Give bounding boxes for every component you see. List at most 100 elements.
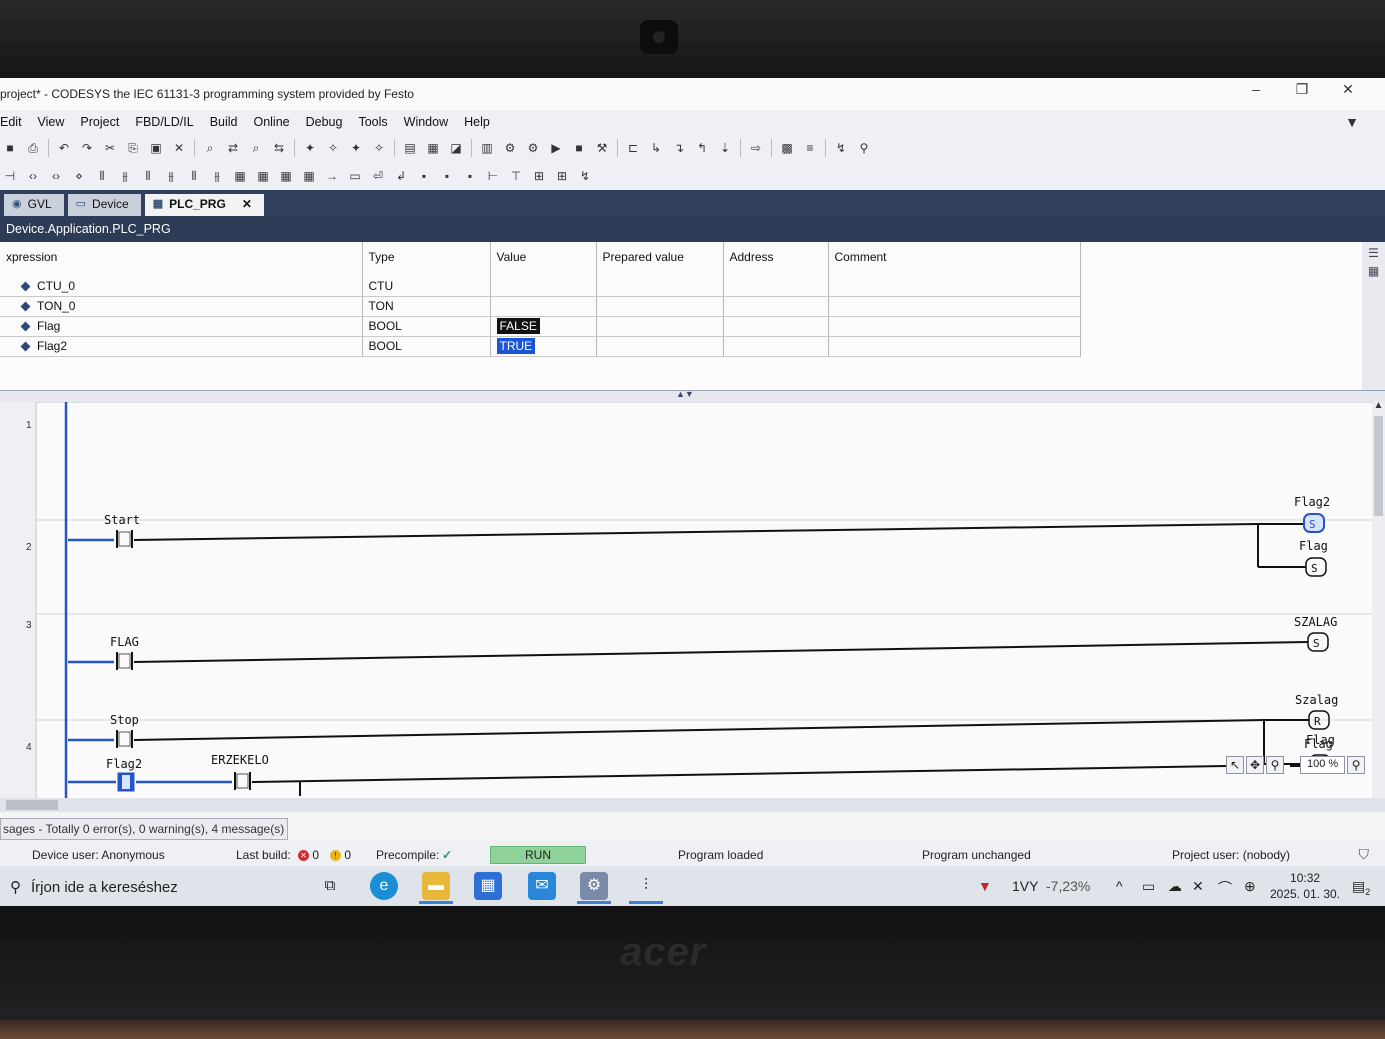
table-view-icon[interactable]: ▦ bbox=[1362, 264, 1385, 278]
editor-horizontal-scrollbar[interactable] bbox=[0, 798, 1385, 812]
redo-icon[interactable]: ↷ bbox=[79, 140, 95, 156]
var-prepared[interactable] bbox=[596, 316, 724, 337]
coil-icon[interactable]: ⫵ bbox=[209, 168, 225, 184]
table-row[interactable]: Flag BOOL FALSE bbox=[0, 316, 1081, 337]
close-tab-icon[interactable]: ✕ bbox=[242, 197, 252, 216]
reset-coil-icon[interactable]: ▦ bbox=[255, 168, 271, 184]
display-mode-icon[interactable]: ▩ bbox=[779, 140, 795, 156]
pointer-icon[interactable]: ↖ bbox=[1226, 756, 1244, 774]
assign-icon[interactable]: ▪ bbox=[416, 168, 432, 184]
col-comment[interactable]: Comment bbox=[828, 242, 1081, 276]
set-coil-icon[interactable]: ▦ bbox=[232, 168, 248, 184]
battery-icon[interactable]: ▭ bbox=[1142, 878, 1155, 895]
network-icon[interactable]: ⊕ bbox=[1244, 878, 1256, 895]
label-icon[interactable]: ▭ bbox=[347, 168, 363, 184]
menu-help[interactable]: Help bbox=[464, 115, 490, 129]
contact-rising-icon[interactable]: ⫴ bbox=[140, 168, 156, 184]
replace-icon[interactable]: ⇄ bbox=[225, 140, 241, 156]
pan-icon[interactable]: ✥ bbox=[1246, 756, 1264, 774]
contact-flag2[interactable] bbox=[117, 772, 135, 792]
contact-start[interactable] bbox=[116, 530, 133, 548]
zoom-level[interactable]: 100 % bbox=[1300, 756, 1346, 774]
step-into-icon[interactable]: ↴ bbox=[671, 140, 687, 156]
build-icon[interactable]: ▤ bbox=[402, 140, 418, 156]
insert-negated-contact-icon[interactable]: ‹› bbox=[48, 168, 64, 184]
tray-overflow-icon[interactable]: ^ bbox=[1116, 878, 1123, 894]
text-view-icon[interactable]: ☰ bbox=[1362, 246, 1385, 260]
generate-icon[interactable]: ◪ bbox=[448, 140, 464, 156]
store-icon[interactable]: ▦ bbox=[474, 872, 502, 900]
scrollbar-thumb[interactable] bbox=[1374, 416, 1383, 516]
menu-view[interactable]: View bbox=[38, 115, 65, 129]
mail-icon[interactable]: ✉ bbox=[528, 872, 556, 900]
reset-icon[interactable]: ⚒ bbox=[594, 140, 610, 156]
menu-tools[interactable]: Tools bbox=[358, 115, 387, 129]
tab-gvl[interactable]: ◉ GVL bbox=[4, 194, 64, 216]
step-out-icon[interactable]: ↰ bbox=[694, 140, 710, 156]
write-values-icon[interactable]: ⇨ bbox=[748, 140, 764, 156]
menu-window[interactable]: Window bbox=[404, 115, 448, 129]
logout-icon[interactable]: ⚙ bbox=[525, 140, 541, 156]
stock-ticker[interactable]: 1VY bbox=[1012, 878, 1038, 894]
jump-icon[interactable]: → bbox=[324, 168, 340, 184]
insert-parallel-contact-icon[interactable]: ⋄ bbox=[71, 168, 87, 184]
menu-build[interactable]: Build bbox=[210, 115, 238, 129]
coil-label[interactable]: Flag bbox=[1306, 733, 1335, 747]
breakpoint-icon[interactable]: ⊏ bbox=[625, 140, 641, 156]
login-icon[interactable]: ⚙ bbox=[502, 140, 518, 156]
find-all-icon[interactable]: ⌕ bbox=[248, 140, 264, 156]
box-icon[interactable]: ▦ bbox=[278, 168, 294, 184]
menu-debug[interactable]: Debug bbox=[306, 115, 343, 129]
print-icon[interactable]: ⎙ bbox=[25, 140, 41, 156]
edge-browser-icon[interactable]: e bbox=[370, 872, 398, 900]
contact-nc-icon[interactable]: ⫵ bbox=[117, 168, 133, 184]
contact-label[interactable]: Flag2 bbox=[106, 757, 142, 771]
var-prepared[interactable] bbox=[596, 336, 724, 357]
search-project-icon[interactable]: ⚲ bbox=[856, 140, 872, 156]
ladder-rung-4[interactable]: Flag2 ERZEKELO Flag bbox=[0, 718, 1372, 798]
start-icon[interactable]: ▶ bbox=[548, 140, 564, 156]
menu-project[interactable]: Project bbox=[80, 115, 119, 129]
undo-icon[interactable]: ↶ bbox=[56, 140, 72, 156]
find-icon[interactable]: ⌕ bbox=[202, 140, 218, 156]
return-icon[interactable]: ⏎ bbox=[370, 168, 386, 184]
search-input[interactable]: Írjon ide a kereséshez bbox=[31, 879, 178, 896]
zoom-icon[interactable]: ⚲ bbox=[1266, 756, 1284, 774]
volume-muted-icon[interactable]: ✕ bbox=[1192, 878, 1204, 895]
branch-end-icon[interactable]: ⊤ bbox=[508, 168, 524, 184]
contact-erzekelo[interactable] bbox=[234, 772, 251, 790]
cut-icon[interactable]: ✂ bbox=[102, 140, 118, 156]
messages-tab[interactable]: sages - Totally 0 error(s), 0 warning(s)… bbox=[0, 818, 288, 840]
table-row[interactable]: Flag2 BOOL TRUE bbox=[0, 336, 1081, 357]
col-address[interactable]: Address bbox=[723, 242, 829, 276]
filter-icon[interactable]: ▼ bbox=[1345, 114, 1359, 130]
paste-icon[interactable]: ▣ bbox=[148, 140, 164, 156]
codesys-app-icon[interactable]: ⚙ bbox=[580, 872, 608, 900]
delete-icon[interactable]: ✕ bbox=[171, 140, 187, 156]
branch-icon[interactable]: ↲ bbox=[393, 168, 409, 184]
coil-label[interactable]: Flag bbox=[1299, 539, 1328, 553]
add-device-icon[interactable]: ✧ bbox=[325, 140, 341, 156]
pane-splitter[interactable]: ▲▼ bbox=[0, 389, 1385, 402]
shield-icon[interactable]: ⛉ bbox=[1359, 846, 1370, 863]
stock-widget-icon[interactable]: ▼ bbox=[978, 878, 992, 894]
set-coil-flag2[interactable]: S bbox=[1303, 513, 1325, 533]
menu-fbd-ld-il[interactable]: FBD/LD/IL bbox=[135, 115, 193, 129]
editor-vertical-scrollbar[interactable]: ▲ bbox=[1372, 400, 1385, 798]
sort-icon[interactable]: ≡ bbox=[802, 140, 818, 156]
scrollbar-thumb[interactable] bbox=[6, 800, 58, 810]
contact-label[interactable]: FLAG bbox=[110, 635, 139, 649]
step-over-icon[interactable]: ↳ bbox=[648, 140, 664, 156]
col-expression[interactable]: xpression bbox=[0, 242, 363, 276]
parallel-contact-icon[interactable]: ⫴ bbox=[186, 168, 202, 184]
build-warnings[interactable]: ! 0 bbox=[330, 848, 351, 862]
file-explorer-icon[interactable]: ▬ bbox=[422, 872, 450, 900]
taskbar-search[interactable]: ⚲ Írjon ide a kereséshez bbox=[10, 878, 178, 896]
add-folder-icon[interactable]: ✦ bbox=[348, 140, 364, 156]
taskbar-clock[interactable]: 10:32 2025. 01. 30. bbox=[1270, 870, 1340, 902]
close-button[interactable]: ✕ bbox=[1328, 81, 1368, 98]
insert-contact-icon[interactable]: ‹› bbox=[25, 168, 41, 184]
scroll-up-icon[interactable]: ▲ bbox=[1372, 400, 1385, 411]
branch-start-icon[interactable]: ⊢ bbox=[485, 168, 501, 184]
calculator-icon[interactable]: ▥ bbox=[479, 140, 495, 156]
